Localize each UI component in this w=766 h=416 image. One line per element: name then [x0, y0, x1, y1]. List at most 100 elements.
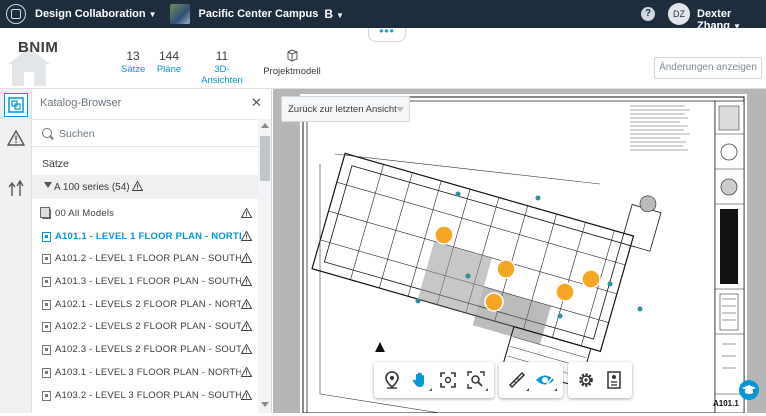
back-to-last-view-label: Zurück zur letzten Ansicht — [288, 104, 397, 115]
warning-icon — [241, 321, 252, 332]
warning-icon — [7, 130, 25, 146]
list-item-label: A102.2 - LEVELS 2 FLOOR PLAN - SOUTH BAR — [55, 321, 241, 333]
corner-triangle-icon — [485, 388, 488, 391]
location-pin-button[interactable] — [378, 366, 406, 394]
list-item[interactable]: A102.1 - LEVELS 2 FLOOR PLAN - NORTH BAR — [32, 294, 258, 317]
list-item-label: A102.3 - LEVELS 2 FLOOR PLAN - SOUTH BAR — [55, 344, 241, 356]
stat-3d-views-label: 3D-Ansichten — [201, 64, 243, 86]
fit-view-icon — [440, 372, 456, 388]
warning-icon — [241, 366, 252, 377]
location-pin-icon — [385, 371, 399, 389]
project-badge[interactable]: B ▼ — [324, 7, 344, 21]
rail-compare[interactable] — [4, 176, 28, 200]
list-item[interactable]: A103.2 - LEVEL 3 FLOOR PLAN - SOUTH BAR — [32, 385, 258, 408]
scrollbar-thumb[interactable] — [260, 136, 270, 181]
stat-sheets-count: 144 — [158, 49, 180, 63]
warning-icon — [241, 230, 252, 241]
list-item[interactable]: A101.3 - LEVEL 1 FLOOR PLAN - SOUTH BAR … — [32, 271, 258, 294]
fit-view-button[interactable] — [434, 366, 462, 394]
scroll-up-icon[interactable] — [261, 123, 269, 128]
stat-sets-count: 13 — [126, 49, 140, 63]
warning-icon — [132, 180, 144, 191]
sheet-icon — [42, 277, 51, 288]
close-icon[interactable]: ✕ — [251, 95, 262, 111]
list-item[interactable]: A102.2 - LEVELS 2 FLOOR PLAN - SOUTH BAR — [32, 316, 258, 339]
set-group-row[interactable]: A 100 series (54) — [32, 175, 258, 199]
stat-sheets[interactable]: 144 Pläne — [155, 49, 183, 75]
stat-3d-views[interactable]: 11 3D-Ansichten — [194, 49, 250, 86]
list-item-label: A102.1 - LEVELS 2 FLOOR PLAN - NORTH BAR — [55, 298, 241, 310]
sheet-icon — [42, 390, 51, 401]
search-field[interactable]: Suchen — [32, 119, 258, 147]
list-item-label: A103.2 - LEVEL 3 FLOOR PLAN - SOUTH BAR — [55, 389, 241, 401]
set-group-label: A 100 series (54) — [54, 180, 144, 193]
cube-icon — [287, 49, 298, 62]
scroll-down-icon[interactable] — [261, 402, 269, 407]
page-title: BNIM — [18, 39, 59, 56]
pan-hand-icon — [412, 372, 424, 387]
warning-icon — [241, 389, 252, 400]
project-badge-label: B — [324, 7, 334, 21]
settings-button[interactable] — [572, 366, 600, 394]
section-label: Sätze — [42, 158, 69, 170]
warning-icon — [241, 208, 252, 218]
list-item-label: 00 All Models — [55, 208, 115, 219]
warning-icon — [241, 298, 252, 309]
list-item[interactable]: A103.1 - LEVEL 3 FLOOR PLAN - NORTH BAR — [32, 362, 258, 385]
left-rail — [0, 89, 32, 413]
back-to-last-view-button[interactable]: Zurück zur letzten Ansicht — [281, 96, 410, 122]
sheet-icon — [42, 231, 51, 242]
settings-icon — [579, 373, 593, 387]
zoom-window-button[interactable] — [462, 366, 490, 394]
chevron-down-icon: ▼ — [336, 11, 344, 20]
warning-icon — [241, 344, 252, 355]
list-item-label: A101.1 - LEVEL 1 FLOOR PLAN - NORTH BAR — [55, 230, 241, 242]
rail-catalog-browser[interactable] — [4, 93, 28, 117]
collapse-handle[interactable]: ••• — [368, 25, 406, 42]
sheets-icon — [8, 97, 24, 113]
measure-button[interactable] — [503, 366, 531, 394]
show-changes-button[interactable]: Änderungen anzeigen — [654, 57, 762, 79]
graduation-cap-icon — [742, 385, 756, 394]
corner-triangle-icon — [429, 388, 432, 391]
panel-title: Katalog-Browser — [40, 97, 122, 109]
stat-sets[interactable]: 13 Sätze — [121, 49, 145, 75]
toolbar-group-navigation — [374, 362, 494, 398]
help-icon[interactable]: ? — [641, 7, 655, 21]
list-item[interactable]: A101.2 - LEVEL 1 FLOOR PLAN - SOUTH BAR — [32, 248, 258, 271]
list-item[interactable]: 00 All Models — [32, 203, 258, 226]
stat-sets-label: Sätze — [121, 64, 146, 75]
search-input[interactable]: Suchen — [59, 128, 95, 140]
catalog-browser-panel: Katalog-Browser ✕ Suchen Sätze A 100 ser… — [32, 89, 272, 413]
stat-3d-views-count: 11 — [215, 49, 229, 63]
project-header: ••• BNIM 13 Sätze 144 Pläne 11 3D-Ansich… — [0, 25, 766, 89]
viewer-toolbar — [374, 362, 637, 398]
toolbar-group-settings — [568, 362, 632, 398]
set-group-name: A 100 series (54) — [54, 182, 130, 193]
sheet-icon — [42, 322, 51, 333]
project-name: Pacific Center Campus — [198, 8, 319, 20]
project-switcher[interactable]: Pacific Center Campus — [199, 8, 319, 20]
sheet-icon — [42, 367, 51, 378]
warning-icon — [241, 253, 252, 264]
list-item-label: A101.3 - LEVEL 1 FLOOR PLAN - SOUTH BAR … — [55, 276, 241, 288]
properties-button[interactable] — [600, 366, 628, 394]
markup-view-button[interactable] — [531, 366, 559, 394]
list-item[interactable]: A101.1 - LEVEL 1 FLOOR PLAN - NORTH BAR — [32, 226, 258, 249]
stat-project-model-label: Projektmodell — [263, 66, 321, 77]
avatar[interactable]: DZ — [668, 3, 690, 25]
list-item[interactable]: A102.3 - LEVELS 2 FLOOR PLAN - SOUTH BAR — [32, 339, 258, 362]
learning-icon[interactable] — [739, 380, 759, 400]
warning-icon — [241, 276, 252, 287]
compare-arrows-icon — [8, 179, 24, 196]
rail-issues[interactable] — [4, 126, 28, 150]
chevron-down-icon: ▼ — [148, 10, 157, 19]
sheet-icon — [42, 345, 51, 356]
stat-project-model[interactable]: Projektmodell — [262, 49, 322, 77]
app-name: Design Collaboration — [35, 8, 146, 20]
app-logo-icon[interactable] — [6, 4, 26, 24]
markup-view-icon — [536, 375, 554, 385]
pan-button[interactable] — [406, 366, 434, 394]
caret-down-icon — [44, 182, 52, 188]
app-switcher[interactable]: Design Collaboration ▼ — [35, 8, 157, 20]
